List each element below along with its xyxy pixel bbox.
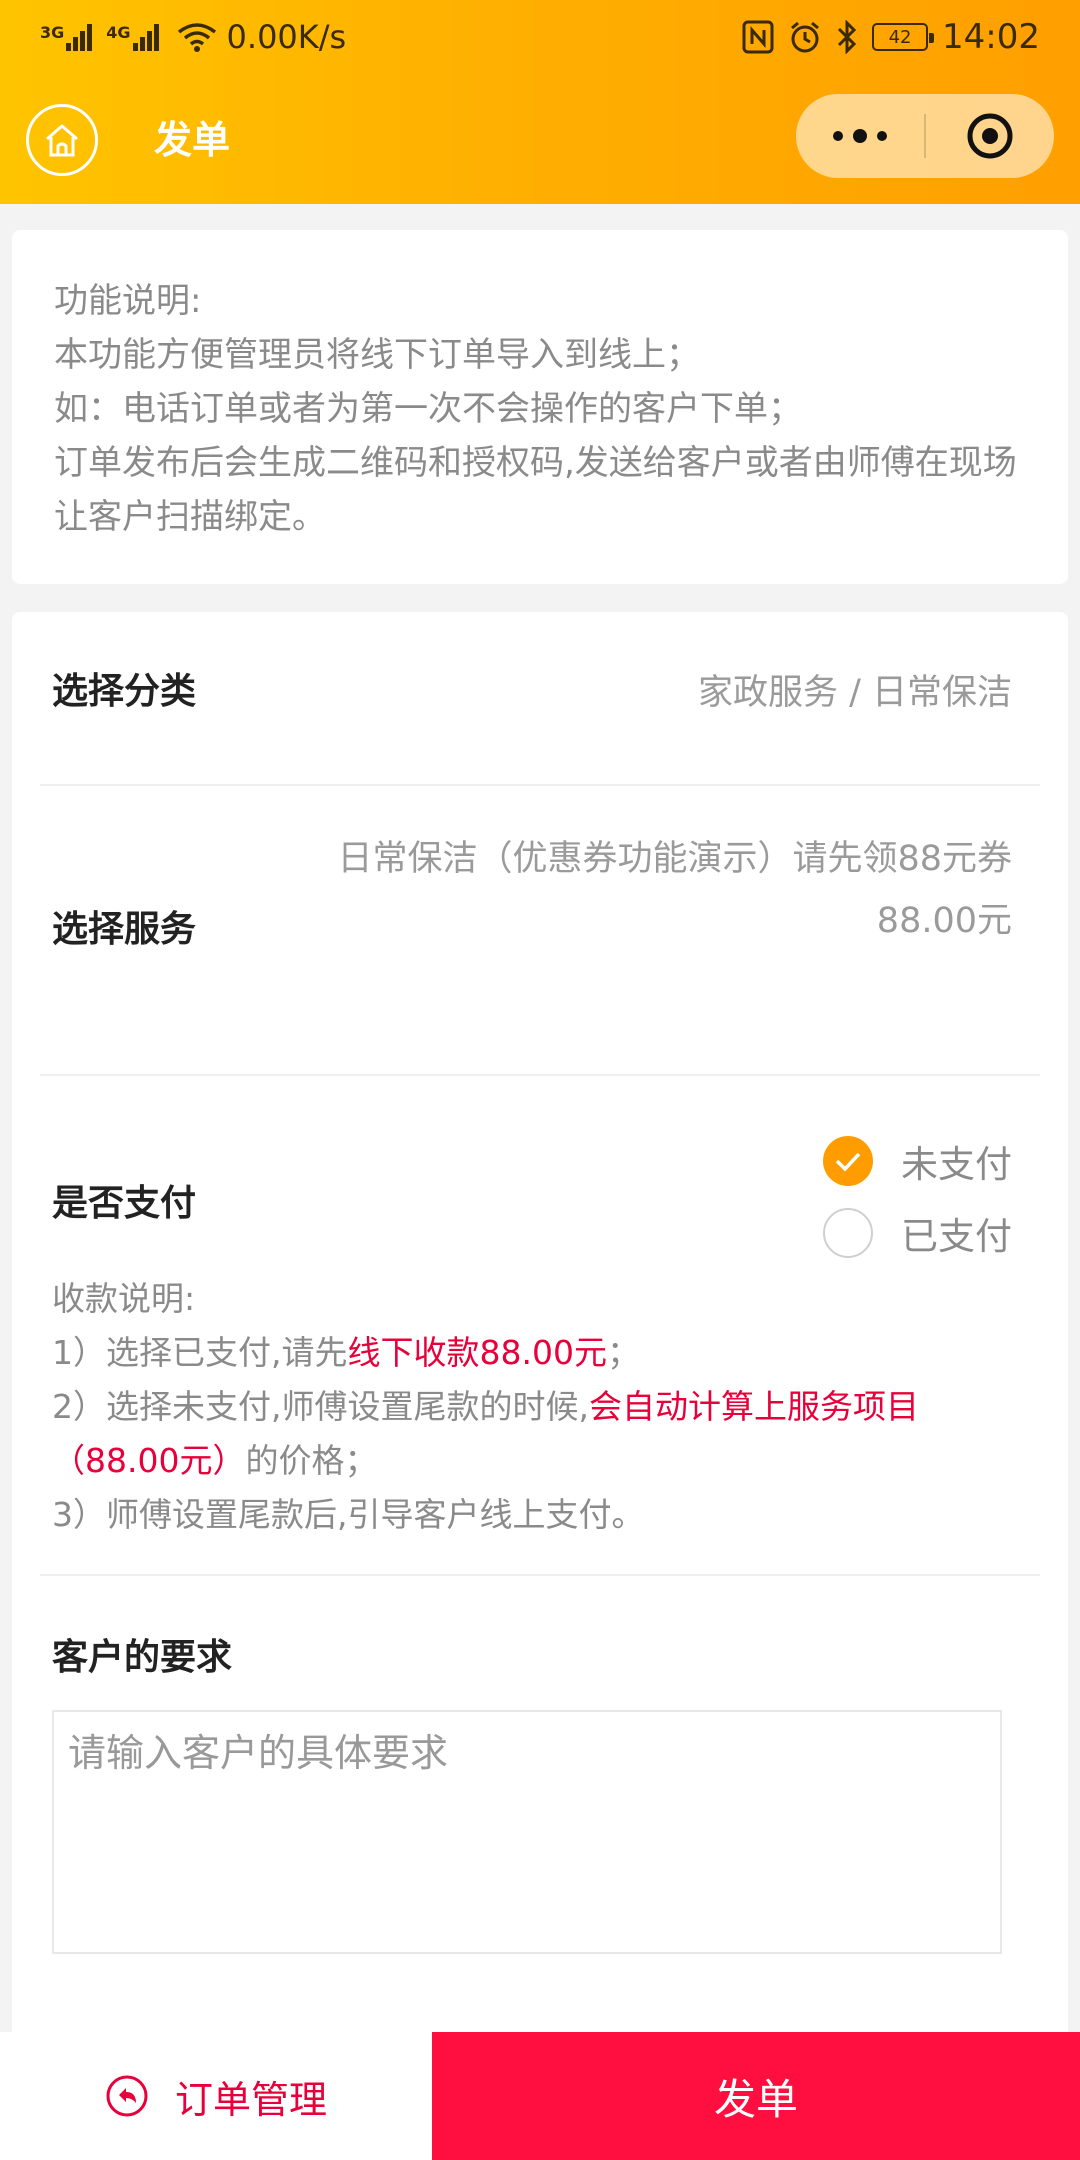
category-value[interactable]: 家政服务 / 日常保洁 (698, 664, 1012, 715)
notice-title: 功能说明: (54, 281, 202, 321)
payment-row: 是否支付 未支付 已支付 收款说明: 1）选择已支付,请先线下收款88.00元；… (40, 1076, 1040, 1576)
mini-program-capsule (796, 94, 1054, 178)
service-price: 88.00元 (876, 901, 1012, 941)
service-value[interactable]: 日常保洁（优惠券功能演示）请先领88元券 88.00元 (292, 830, 1012, 950)
close-mini-program-button[interactable] (926, 94, 1054, 178)
payment-note-highlight: 线下收款88.00元 (347, 1333, 607, 1372)
radio-checked-icon[interactable] (823, 1136, 873, 1186)
order-form-card: 选择分类 家政服务 / 日常保洁 选择服务 日常保洁（优惠券功能演示）请先领88… (12, 612, 1068, 2042)
service-name: 日常保洁（优惠券功能演示）请先领88元券 (337, 839, 1012, 879)
page-title: 发单 (154, 118, 231, 162)
radio-paid[interactable]: 已支付 (823, 1206, 1012, 1260)
requirement-label: 客户的要求 (52, 1637, 233, 1678)
back-arrow-icon (105, 2074, 149, 2118)
bluetooth-icon (836, 20, 858, 54)
radio-unchecked-icon[interactable] (823, 1208, 873, 1258)
payment-note: 收款说明: 1）选择已支付,请先线下收款88.00元； 2）选择未支付,师傅设置… (52, 1272, 1032, 1542)
order-management-label: 订单管理 (174, 2077, 327, 2122)
signal-3g-icon: 3G (40, 23, 94, 51)
wifi-icon (177, 22, 217, 52)
nfc-icon (742, 20, 774, 54)
category-row[interactable]: 选择分类 家政服务 / 日常保洁 (40, 612, 1040, 786)
function-notice-card: 功能说明: 本功能方便管理员将线下订单导入到线上； 如：电话订单或者为第一次不会… (12, 230, 1068, 584)
requirement-row: 客户的要求 请输入客户的具体要求 (40, 1576, 1040, 2036)
network-type-label: 4G (106, 23, 131, 42)
target-close-icon (965, 111, 1015, 161)
bottom-action-bar: 订单管理 发单 (0, 2032, 1080, 2160)
notice-line: 订单发布后会生成二维码和授权码,发送给客户或者由师傅在现场让客户扫描绑定。 (54, 443, 1017, 537)
status-bar: 3G 4G 0.00K/s 42 14:02 (0, 0, 1080, 76)
network-type-label: 3G (40, 23, 65, 42)
service-row[interactable]: 选择服务 日常保洁（优惠券功能演示）请先领88元券 88.00元 (40, 786, 1040, 1076)
home-button[interactable] (26, 104, 98, 176)
payment-note-2: 2）选择未支付,师傅设置尾款的时候,会自动计算上服务项目（88.00元）的价格； (52, 1387, 919, 1480)
category-label: 选择分类 (52, 671, 197, 712)
battery-icon: 42 (872, 23, 935, 51)
status-right: 42 14:02 (728, 14, 1040, 60)
network-speed: 0.00K/s (226, 18, 347, 56)
payment-note-1: 1）选择已支付,请先线下收款88.00元； (52, 1333, 640, 1372)
radio-unpaid-label: 未支付 (901, 1143, 1012, 1186)
status-left: 3G 4G 0.00K/s (40, 14, 346, 60)
radio-paid-label: 已支付 (901, 1215, 1012, 1258)
requirement-textarea[interactable]: 请输入客户的具体要求 (52, 1710, 1002, 1954)
nav-bar: 发单 (0, 76, 1080, 204)
payment-label: 是否支付 (52, 1183, 197, 1224)
notice-line: 如：电话订单或者为第一次不会操作的客户下单； (54, 389, 802, 429)
notice-line: 本功能方便管理员将线下订单导入到线上； (54, 335, 700, 375)
radio-unpaid[interactable]: 未支付 (823, 1134, 1012, 1188)
battery-level: 42 (888, 26, 912, 48)
signal-4g-icon: 4G (106, 23, 160, 51)
more-button[interactable] (796, 94, 924, 178)
clock: 14:02 (942, 17, 1040, 57)
order-management-button[interactable]: 订单管理 (0, 2032, 432, 2160)
submit-order-button[interactable]: 发单 (432, 2032, 1080, 2160)
home-icon (42, 121, 82, 159)
alarm-icon (788, 20, 822, 54)
payment-note-title: 收款说明: (52, 1279, 196, 1318)
service-label: 选择服务 (52, 909, 197, 950)
payment-note-3: 3）师傅设置尾款后,引导客户线上支付。 (52, 1495, 645, 1534)
app-header: 3G 4G 0.00K/s 42 14:02 发单 (0, 0, 1080, 204)
